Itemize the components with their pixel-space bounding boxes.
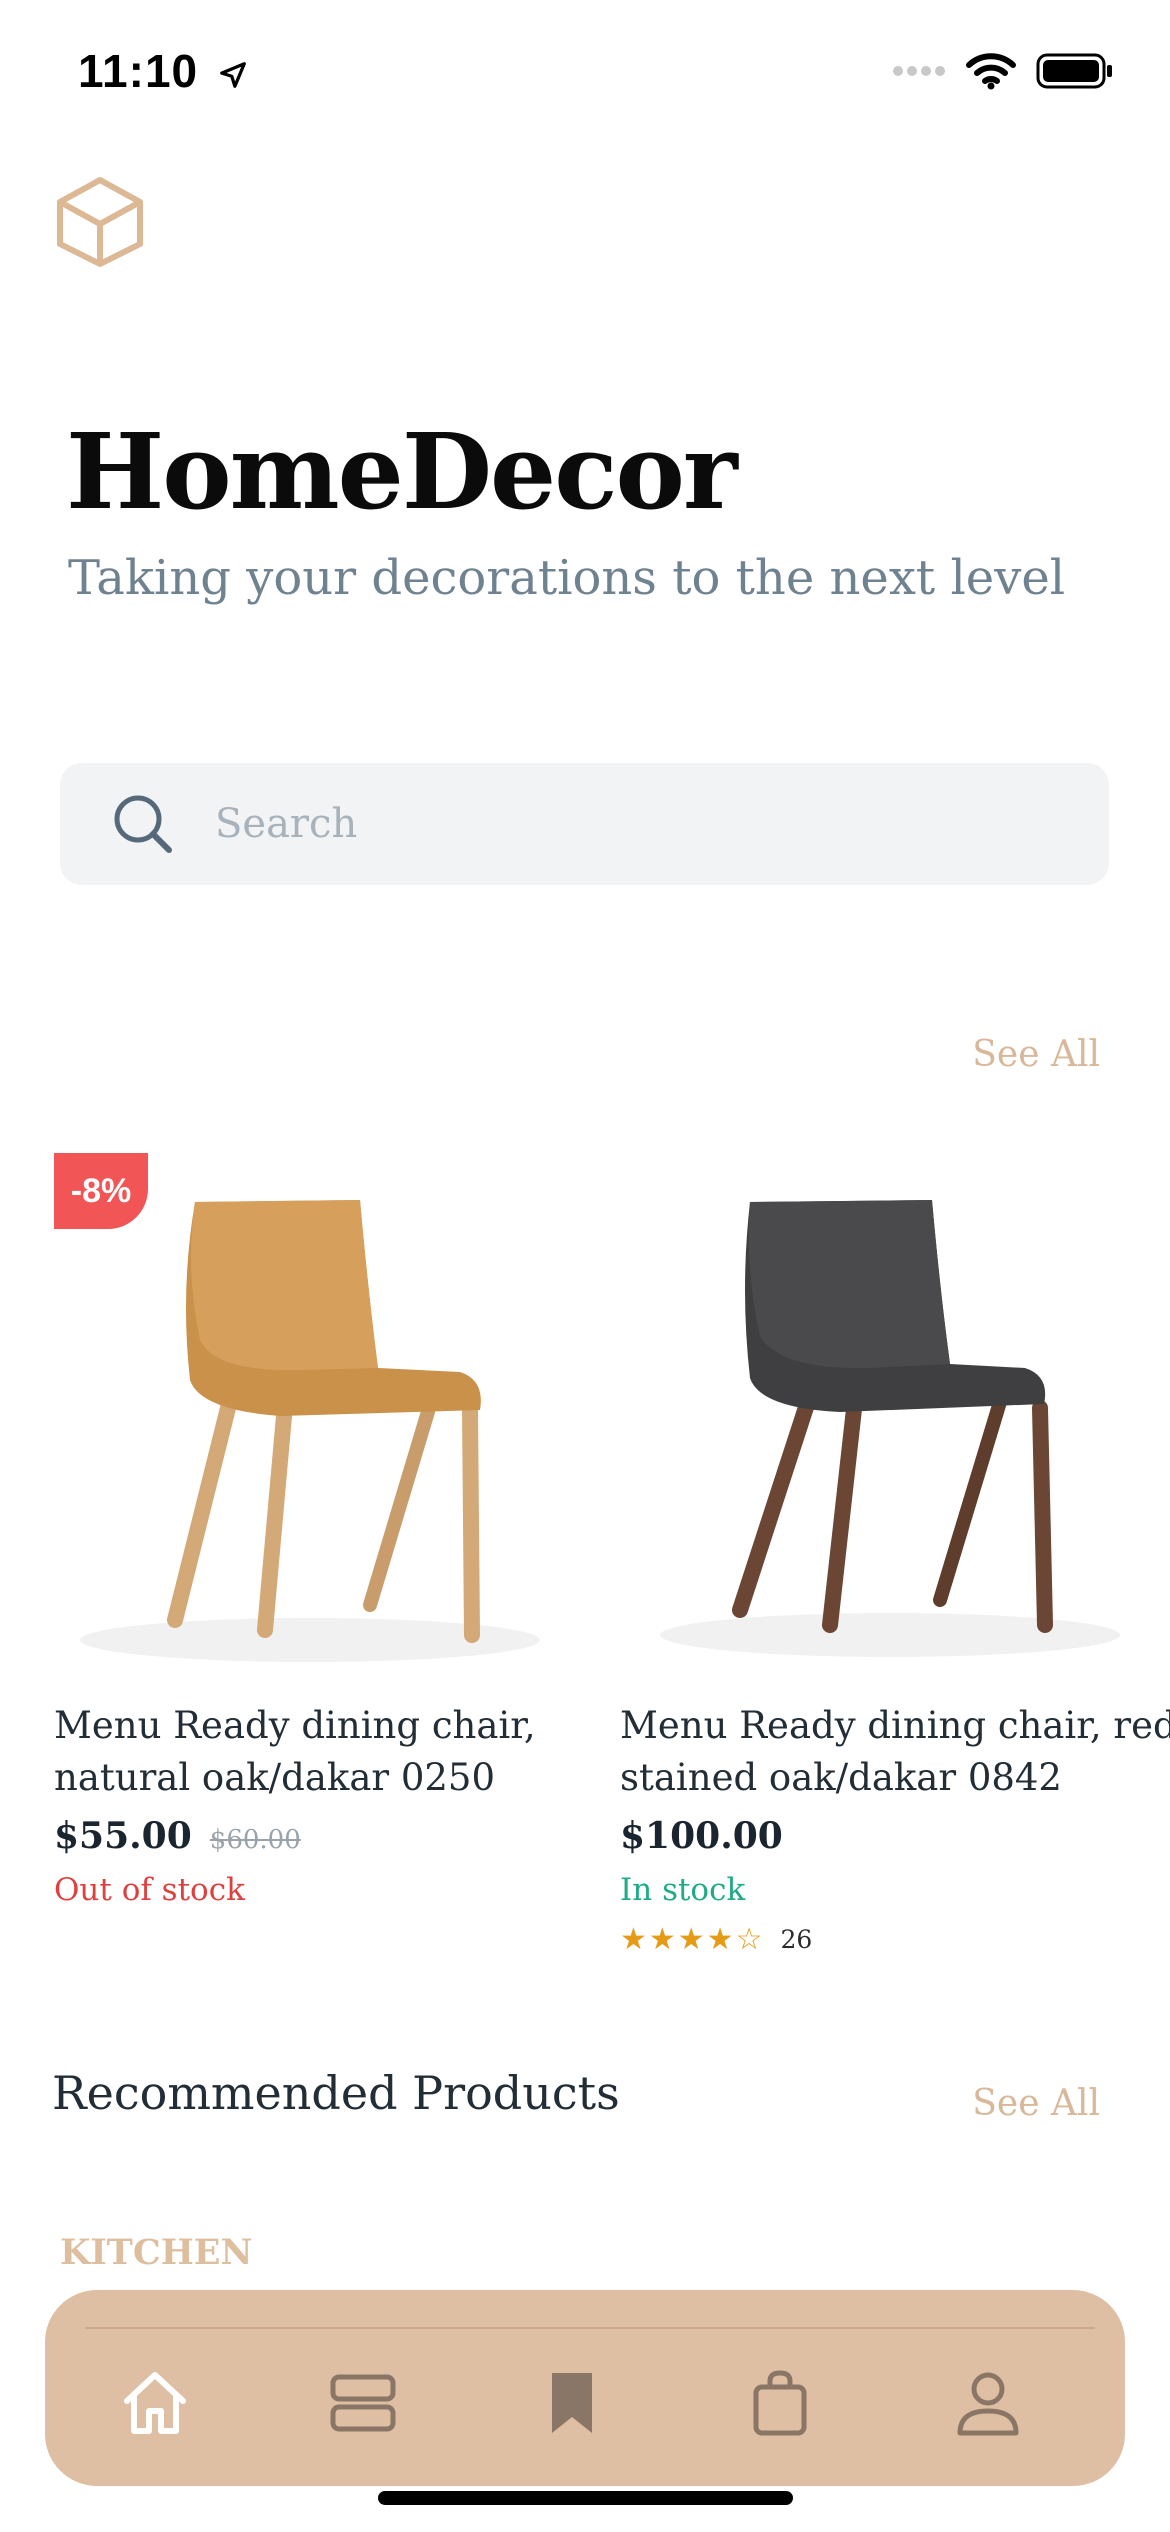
tab-divider [85, 2327, 1095, 2329]
product-name-line: Menu Ready dining chair, red [620, 1704, 1170, 1747]
bookmark-icon [552, 2373, 592, 2433]
rating-count: 26 [780, 1925, 813, 1954]
see-all-featured-link[interactable]: See All [972, 1034, 1100, 1075]
stock-status: Out of stock [54, 1872, 245, 1908]
see-all-recommended-link[interactable]: See All [972, 2083, 1100, 2124]
product-price: $100.00 [620, 1815, 783, 1857]
tab-profile[interactable] [933, 2348, 1043, 2458]
home-indicator [378, 2491, 793, 2505]
battery-icon [1036, 53, 1112, 89]
status-icons [892, 52, 1114, 90]
status-time-text: 11:10 [78, 45, 199, 97]
search-input[interactable] [215, 791, 1075, 857]
cube-icon [56, 176, 144, 268]
chair-image [660, 1200, 1120, 1657]
profile-icon [957, 2372, 1019, 2436]
price-row-2: $100.00 [620, 1815, 783, 1857]
product-name-2[interactable]: Menu Ready dining chair, red stained oak… [620, 1700, 1170, 1804]
tab-saved[interactable] [517, 2348, 627, 2458]
stock-status: In stock [620, 1872, 746, 1908]
tab-bar [45, 2290, 1125, 2486]
search-icon [114, 795, 172, 853]
price-row-1: $55.00 $60.00 [54, 1815, 301, 1857]
categories-icon [330, 2374, 396, 2432]
tab-home[interactable] [100, 2348, 210, 2458]
product-image-2[interactable] [620, 1140, 1160, 1680]
cellular-signal-icon [893, 66, 945, 76]
discount-badge: -8% [54, 1153, 148, 1229]
product-name-line: stained oak/dakar 0842 [620, 1756, 1062, 1799]
rating-row: ★★★★☆ 26 [620, 1922, 812, 1957]
wifi-icon [966, 53, 1016, 90]
tab-categories[interactable] [308, 2348, 418, 2458]
product-name-line: natural oak/dakar 0250 [54, 1756, 495, 1799]
product-name-line: Menu Ready dining chair, [54, 1704, 536, 1747]
product-price: $55.00 [54, 1815, 192, 1857]
original-price: $60.00 [209, 1825, 301, 1855]
section-title-recommended: Recommended Products [52, 2066, 620, 2120]
shopping-bag-icon [753, 2370, 807, 2436]
app-subtitle: Taking your decorations to the next leve… [68, 550, 1066, 606]
status-time: 11:10 [78, 44, 248, 98]
category-label: KITCHEN [60, 2232, 253, 2273]
star-rating: ★★★★☆ [620, 1922, 765, 1957]
search-bar[interactable] [60, 763, 1109, 885]
tab-cart[interactable] [725, 2348, 835, 2458]
location-arrow-icon [220, 61, 246, 88]
product-name-1[interactable]: Menu Ready dining chair, natural oak/dak… [54, 1700, 614, 1804]
app-title: HomeDecor [66, 410, 738, 533]
home-icon [124, 2372, 186, 2434]
